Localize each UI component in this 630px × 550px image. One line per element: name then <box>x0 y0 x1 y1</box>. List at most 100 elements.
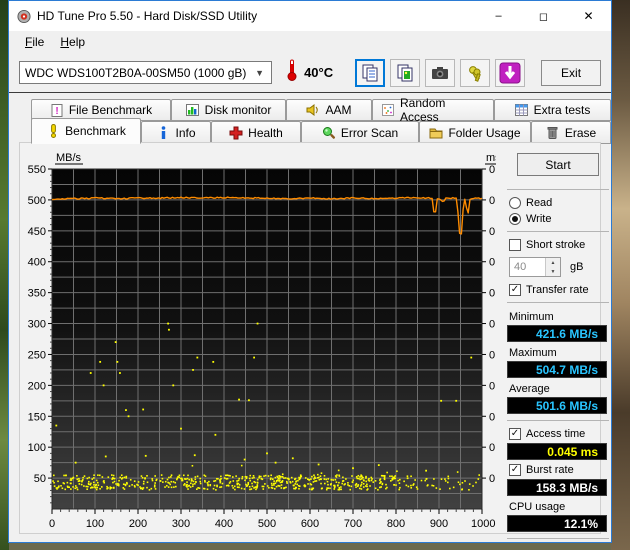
burst-rate-row[interactable]: ✓ Burst rate <box>509 464 609 476</box>
svg-text:0.35: 0.35 <box>489 288 496 300</box>
benchmark-chart: MB/s ms 550 500 450 400 350 300 250 200 150 100 50 0.… <box>24 147 511 531</box>
divider <box>507 189 609 190</box>
tab-error-scan[interactable]: Error Scan <box>301 121 419 144</box>
svg-text:!: ! <box>55 106 58 117</box>
tab-benchmark[interactable]: Benchmark <box>31 118 141 144</box>
read-radio-row[interactable]: Read <box>509 197 609 209</box>
update-button[interactable] <box>495 58 526 87</box>
transfer-rate-row[interactable]: ✓ Transfer rate <box>509 284 609 296</box>
svg-text:900: 900 <box>430 518 448 530</box>
tab-label: Benchmark <box>65 124 126 138</box>
svg-text:0.05: 0.05 <box>489 473 496 485</box>
short-stroke-checkbox[interactable] <box>509 239 521 251</box>
svg-text:250: 250 <box>28 349 46 361</box>
read-radio[interactable] <box>509 197 521 209</box>
tab-random-access[interactable]: Random Access <box>372 96 494 124</box>
maximize-button[interactable]: ◻ <box>521 1 566 31</box>
minimum-label: Minimum <box>509 311 554 323</box>
start-button[interactable]: Start <box>517 153 599 176</box>
cpu-usage-label: CPU usage <box>509 501 566 513</box>
divider <box>507 538 609 539</box>
access-time-label: Access time <box>526 428 586 440</box>
svg-text:0.40: 0.40 <box>489 257 496 269</box>
access-time-row[interactable]: ✓ Access time <box>509 428 609 440</box>
maximum-label: Maximum <box>509 347 557 359</box>
screenshot-button[interactable] <box>425 58 456 87</box>
drive-select-dropdown[interactable]: WDC WDS100T2B0A-00SM50 (1000 gB) ▼ <box>19 61 273 84</box>
svg-text:400: 400 <box>215 518 233 530</box>
exit-button[interactable]: Exit <box>541 59 601 86</box>
svg-text:500: 500 <box>28 195 46 207</box>
access-time-value: 0.045 ms <box>507 443 607 460</box>
disk-monitor-icon <box>186 103 200 117</box>
copy-image-button[interactable] <box>390 58 421 87</box>
tab-health[interactable]: Health <box>211 121 301 144</box>
svg-text:200: 200 <box>28 380 46 392</box>
burst-rate-checkbox[interactable]: ✓ <box>509 464 521 476</box>
cpu-usage-value: 12.1% <box>507 515 607 532</box>
tab-extra-tests[interactable]: Extra tests <box>494 99 611 121</box>
maximum-value: 504.7 MB/s <box>507 361 607 378</box>
svg-text:600: 600 <box>301 518 319 530</box>
magnifier-icon <box>322 126 336 140</box>
write-radio-row[interactable]: Write <box>509 213 609 225</box>
divider <box>507 231 609 232</box>
write-label: Write <box>526 213 552 225</box>
menu-bar: File Help <box>9 31 611 53</box>
tab-info[interactable]: Info <box>141 121 211 144</box>
scatter-icon <box>381 103 395 117</box>
health-cross-icon <box>229 126 243 140</box>
transfer-rate-checkbox[interactable]: ✓ <box>509 284 521 296</box>
benchmark-icon <box>46 124 60 138</box>
svg-text:700: 700 <box>344 518 362 530</box>
svg-text:800: 800 <box>387 518 405 530</box>
svg-text:300: 300 <box>28 319 46 331</box>
svg-text:500: 500 <box>258 518 276 530</box>
access-time-checkbox[interactable]: ✓ <box>509 428 521 440</box>
average-label: Average <box>509 383 550 395</box>
minimize-button[interactable]: – <box>476 1 521 31</box>
tab-aam[interactable]: AAM <box>286 99 372 121</box>
svg-text:0.50: 0.50 <box>489 195 496 207</box>
benchmark-sidebar: Start Read Write Short stroke 40 ▲ ▼ gB … <box>507 151 609 545</box>
keys-icon <box>469 65 481 82</box>
write-radio[interactable] <box>509 213 521 225</box>
tab-label: Erase <box>564 125 597 140</box>
svg-text:150: 150 <box>28 411 46 423</box>
benchmark-chart-svg: MB/s ms 550 500 450 400 350 300 250 200 150 100 50 0.… <box>28 152 511 530</box>
tab-folder-usage[interactable]: Folder Usage <box>419 121 531 144</box>
thermometer-icon <box>286 58 298 87</box>
drive-select-value: WDC WDS100T2B0A-00SM50 (1000 gB) <box>25 65 247 80</box>
short-stroke-label: Short stroke <box>526 239 586 251</box>
toolbar: WDC WDS100T2B0A-00SM50 (1000 gB) ▼ 40°C <box>9 53 611 92</box>
app-window: HD Tune Pro 5.50 - Hard Disk/SSD Utility… <box>8 0 612 543</box>
tab-erase[interactable]: Erase <box>531 121 611 144</box>
burst-rate-label: Burst rate <box>526 464 574 476</box>
copy-text-button[interactable] <box>355 58 386 87</box>
svg-text:400: 400 <box>28 257 46 269</box>
tab-disk-monitor[interactable]: Disk monitor <box>171 99 286 121</box>
options-button[interactable] <box>460 58 491 87</box>
tab-label: Disk monitor <box>204 103 272 117</box>
temperature-value: 40°C <box>304 65 334 80</box>
short-stroke-row[interactable]: Short stroke <box>509 239 609 251</box>
close-button[interactable]: ✕ <box>566 1 611 31</box>
svg-text:0.55: 0.55 <box>489 164 496 176</box>
short-stroke-size-value: 40 <box>514 261 527 273</box>
app-icon <box>17 9 31 23</box>
menu-file[interactable]: File <box>17 33 52 51</box>
tab-strip: ! File Benchmark Disk monitor AAM Random… <box>9 93 611 144</box>
spinner-down-icon[interactable]: ▼ <box>546 267 560 276</box>
tab-label: Health <box>248 125 283 140</box>
tab-label: Error Scan <box>340 125 399 140</box>
svg-text:350: 350 <box>28 288 46 300</box>
tab-label: File Benchmark <box>68 103 153 117</box>
svg-text:550: 550 <box>28 164 46 176</box>
svg-text:100: 100 <box>86 518 104 530</box>
short-stroke-size-spinner[interactable]: 40 ▲ ▼ <box>509 257 561 277</box>
menu-help[interactable]: Help <box>52 33 93 51</box>
spinner-up-icon[interactable]: ▲ <box>546 258 560 267</box>
camera-icon <box>432 66 449 79</box>
read-label: Read <box>526 197 553 209</box>
burst-rate-value: 158.3 MB/s <box>507 479 607 496</box>
